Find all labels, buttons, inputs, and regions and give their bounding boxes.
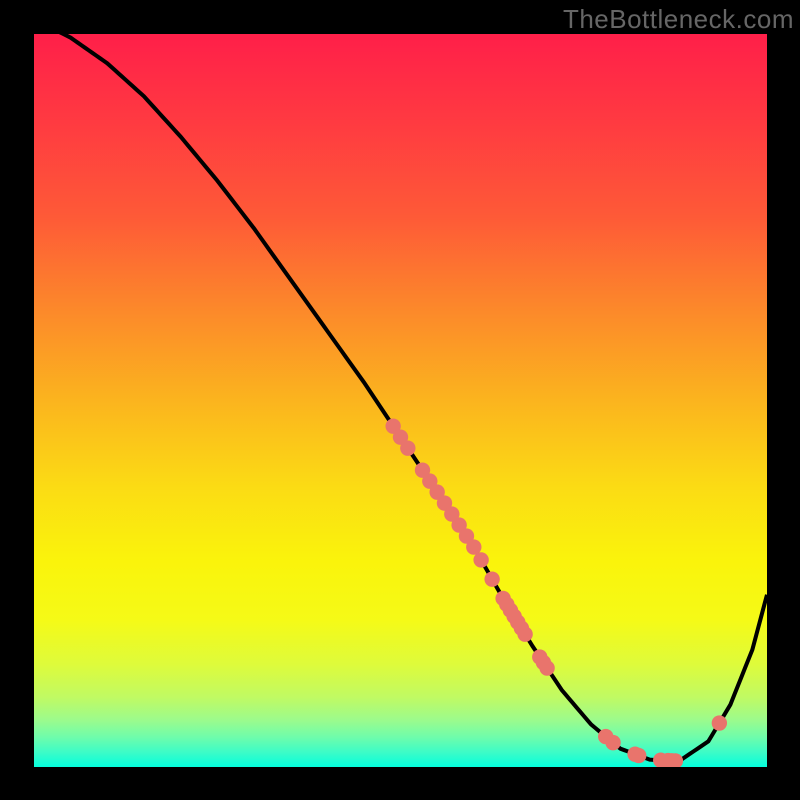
data-dot [484,571,499,586]
curve-line [34,34,767,761]
data-dots [385,418,727,767]
curve-overlay [34,34,767,767]
data-dot [400,440,415,455]
data-dot [712,715,727,730]
data-dot [539,660,554,675]
data-dot [517,626,532,641]
data-dot [473,552,488,567]
plot-area [34,34,767,767]
watermark-text: TheBottleneck.com [563,4,794,35]
data-dot [631,748,646,763]
chart-frame: TheBottleneck.com [0,0,800,800]
data-dot [605,735,620,750]
